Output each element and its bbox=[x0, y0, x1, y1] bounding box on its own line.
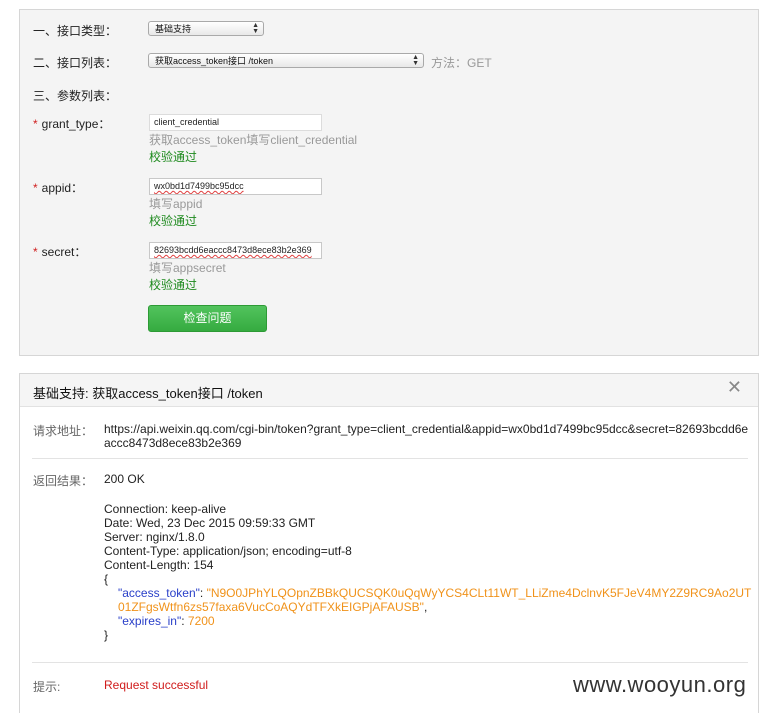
json-expires-line: "expires_in": 7200 bbox=[104, 614, 754, 628]
interface-type-select[interactable]: 基础支持 ▲ ▼ bbox=[148, 21, 264, 36]
param-name: secret： bbox=[41, 245, 87, 259]
header-line: Date: Wed, 23 Dec 2015 09:59:33 GMT bbox=[104, 516, 316, 530]
interface-list-value: 获取access_token接口 /token bbox=[155, 56, 274, 66]
required-mark: * bbox=[33, 181, 38, 195]
param-name: appid： bbox=[41, 181, 84, 195]
close-icon[interactable]: ✕ bbox=[727, 377, 742, 398]
json-key: "expires_in" bbox=[118, 614, 182, 628]
check-button[interactable]: 检查问题 bbox=[148, 305, 267, 332]
interface-list-label: 二、接口列表： bbox=[33, 56, 118, 70]
request-url: https://api.weixin.qq.com/cgi-bin/token?… bbox=[104, 422, 749, 450]
json-comma: , bbox=[423, 600, 428, 614]
response-label: 返回结果： bbox=[33, 474, 94, 488]
json-access-token-value: "N9O0JPhYLQOpnZBBkQUCSQK0uQqWyYCS4CLt11W… bbox=[118, 586, 752, 614]
divider bbox=[32, 662, 748, 663]
response-headers: Connection: keep-alive Date: Wed, 23 Dec… bbox=[104, 502, 754, 642]
validation-status: 校验通过 bbox=[149, 278, 198, 292]
param-grant-type-label: * grant_type： bbox=[33, 115, 110, 132]
json-close-brace: } bbox=[104, 628, 109, 642]
header-line: Server: nginx/1.8.0 bbox=[104, 530, 205, 544]
param-hint: 获取access_token填写client_credential bbox=[149, 133, 358, 147]
appid-input[interactable]: wx0bd1d7499bc95dcc bbox=[149, 178, 322, 195]
divider bbox=[32, 458, 748, 459]
required-mark: * bbox=[33, 245, 38, 259]
request-url-label: 请求地址： bbox=[33, 424, 94, 438]
validation-status: 校验通过 bbox=[149, 214, 198, 228]
result-title: 基础支持: 获取access_token接口 /token bbox=[33, 386, 263, 401]
secret-input[interactable]: 82693bcdd6eaccc8473d8ece83b2e369 bbox=[149, 242, 322, 259]
param-secret-label: * secret： bbox=[33, 243, 86, 260]
interface-type-value: 基础支持 bbox=[155, 24, 192, 34]
validation-status: 校验通过 bbox=[149, 150, 198, 164]
response-status: 200 OK bbox=[104, 472, 145, 486]
method-text: 方法：GET bbox=[431, 56, 492, 70]
json-colon: : bbox=[181, 614, 188, 628]
select-arrows-icon: ▲ ▼ bbox=[412, 54, 419, 67]
watermark: www.wooyun.org bbox=[573, 672, 747, 697]
result-panel: 基础支持: 获取access_token接口 /token ✕ 请求地址： ht… bbox=[19, 373, 759, 713]
param-hint: 填写appid bbox=[149, 197, 203, 211]
tip-label: 提示: bbox=[33, 680, 61, 694]
interface-type-label: 一、接口类型： bbox=[33, 24, 118, 38]
header-line: Connection: keep-alive bbox=[104, 502, 227, 516]
interface-list-select[interactable]: 获取access_token接口 /token ▲ ▼ bbox=[148, 53, 424, 68]
select-arrows-icon: ▲ ▼ bbox=[252, 22, 259, 35]
grant-type-input[interactable]: client_credential bbox=[149, 114, 322, 131]
json-access-token-line: "access_token": "N9O0JPhYLQOpnZBBkQUCSQK… bbox=[104, 586, 754, 614]
json-colon: : bbox=[199, 586, 207, 600]
header-line: Content-Length: 154 bbox=[104, 558, 214, 572]
json-key: "access_token" bbox=[118, 586, 200, 600]
api-debug-form: 一、接口类型： 基础支持 ▲ ▼ 二、接口列表： 获取access_token接口… bbox=[19, 9, 759, 356]
param-name: grant_type： bbox=[41, 117, 111, 131]
required-mark: * bbox=[33, 117, 38, 131]
params-label: 三、参数列表： bbox=[33, 89, 118, 103]
result-header: 基础支持: 获取access_token接口 /token ✕ bbox=[20, 374, 758, 407]
param-hint: 填写appsecret bbox=[149, 261, 226, 275]
param-appid-label: * appid： bbox=[33, 179, 83, 196]
json-expires-value: 7200 bbox=[187, 614, 215, 628]
json-open-brace: { bbox=[104, 572, 109, 586]
header-line: Content-Type: application/json; encoding… bbox=[104, 544, 352, 558]
